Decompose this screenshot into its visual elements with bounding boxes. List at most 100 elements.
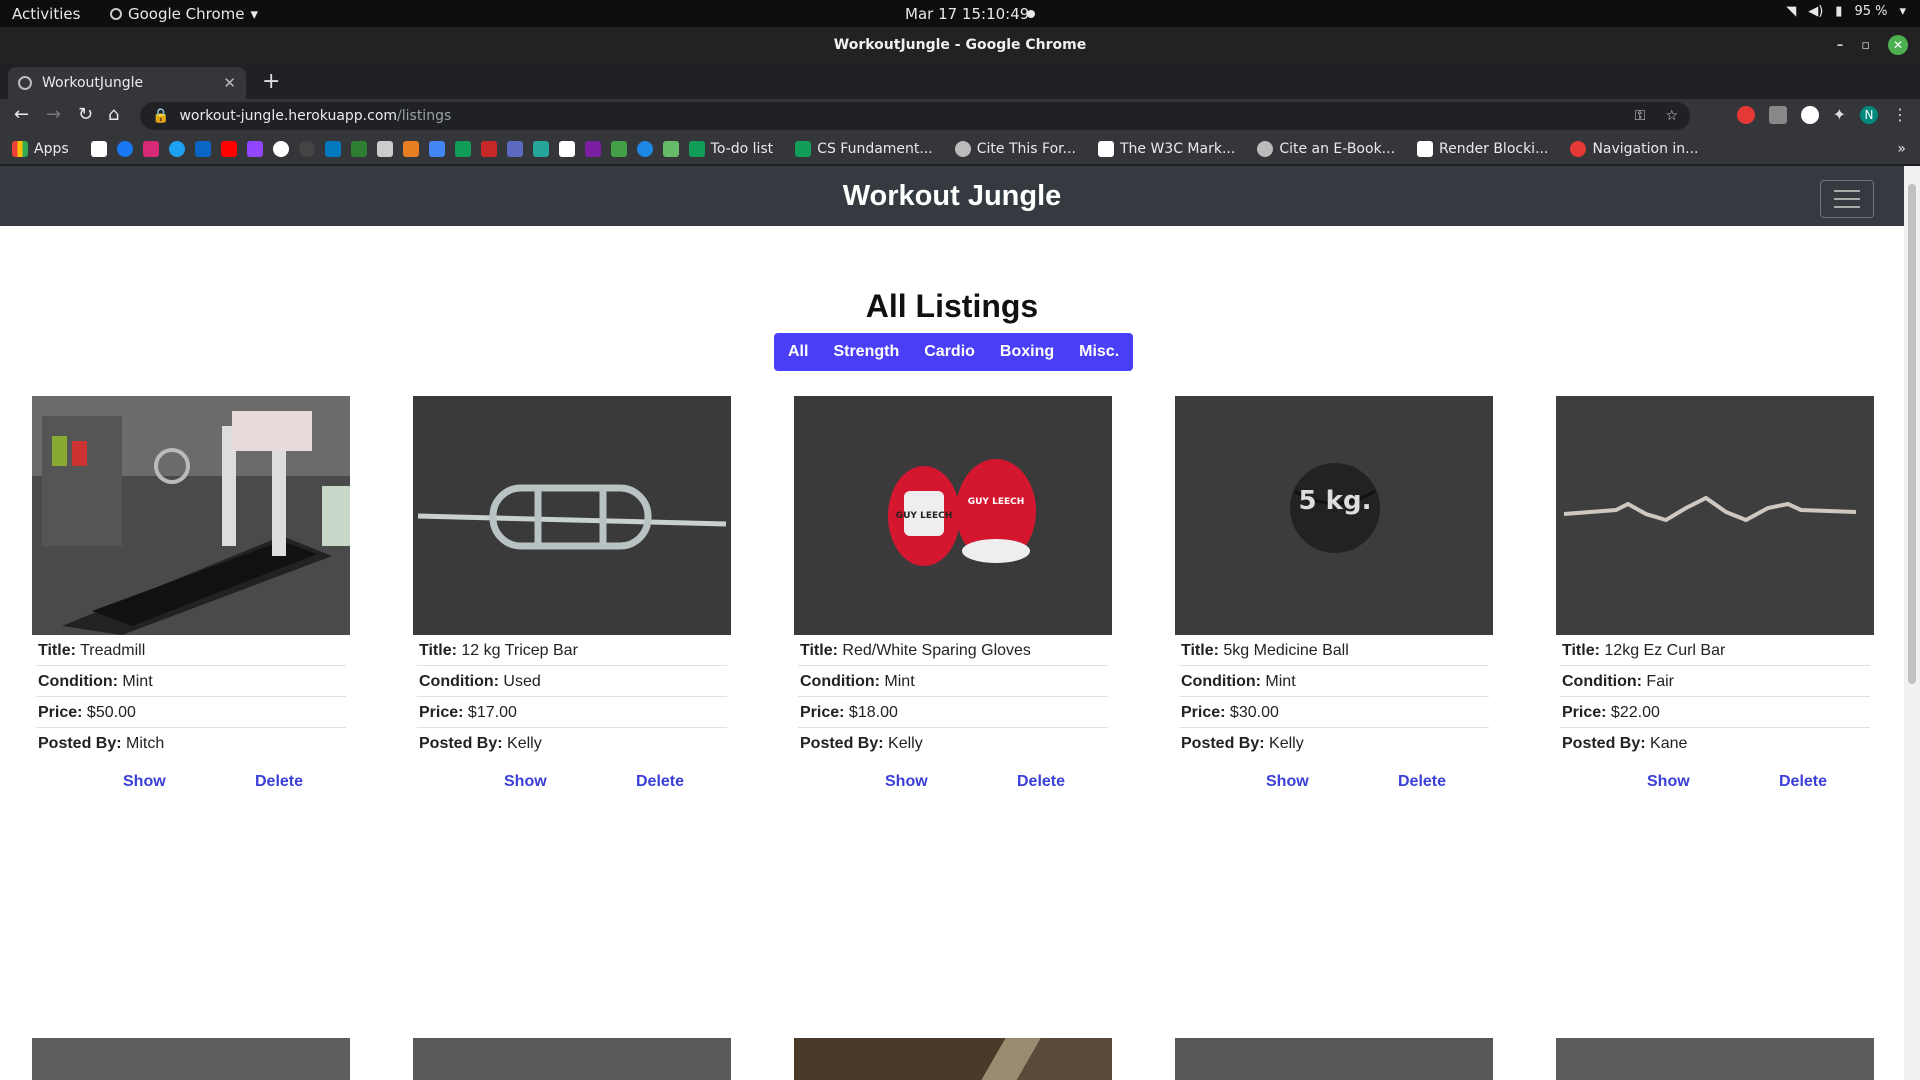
tab-workoutjungle[interactable]: WorkoutJungle ✕ [8,67,246,99]
listing-condition: Used [503,673,541,690]
bookmark-icon[interactable] [350,140,367,157]
listing-price: $30.00 [1229,704,1279,721]
scrollbar-thumb[interactable] [1908,184,1916,684]
delete-button[interactable]: Delete [1779,773,1827,791]
bookmark-item[interactable]: Cite an E-Book... [1257,140,1396,157]
bookmarks-bar: Apps To-do list CS Fundament... Cite Thi… [0,133,1920,165]
bookmark-item[interactable]: Render Blocki... [1417,140,1548,157]
listing-condition-row: Condition: Mint [798,666,1108,697]
wifi-icon: ◥ [1786,4,1797,19]
bookmark-item[interactable]: Navigation in... [1570,140,1699,157]
bookmark-icon[interactable] [558,140,575,157]
twitch-icon[interactable] [246,140,263,157]
delete-button[interactable]: Delete [1017,773,1065,791]
clock[interactable]: Mar 17 15:10:49 [905,5,1029,23]
bookmark-icon[interactable] [532,140,549,157]
close-window-icon[interactable]: ✕ [1888,35,1908,55]
app-menu[interactable]: Google Chrome ▾ [110,5,258,23]
shield-icon[interactable] [662,140,679,157]
window-title: WorkoutJungle - Google Chrome [833,37,1087,53]
chrome-icon [110,8,122,20]
key-icon[interactable]: ⚿ [1635,108,1646,124]
listing-actions: Show Delete [32,765,350,805]
listing-condition-row: Condition: Fair [1560,666,1870,697]
show-button[interactable]: Show [123,773,166,791]
sheets-icon[interactable] [454,140,471,157]
bookmark-item[interactable]: CS Fundament... [795,140,933,157]
chevron-down-icon: ▾ [1899,4,1906,19]
listing-photo-tricep-bar [413,396,731,635]
youtube-icon[interactable] [220,140,237,157]
extension-icon[interactable] [1800,105,1819,124]
puzzle-icon[interactable]: ✦ [1833,105,1846,124]
activities-button[interactable]: Activities [12,5,80,23]
bookmark-icon[interactable] [610,140,627,157]
bookmark-icon[interactable] [376,140,393,157]
new-tab-icon[interactable]: + [262,69,280,94]
close-tab-icon[interactable]: ✕ [223,74,236,92]
bookmark-label: Cite an E-Book... [1279,140,1396,157]
docs-icon[interactable] [428,140,445,157]
window-controls: – ▫ ✕ [1837,35,1908,55]
google-icon[interactable] [272,140,289,157]
filter-misc-button[interactable]: Misc. [1079,343,1119,361]
hamburger-menu-icon[interactable] [1820,180,1874,218]
listing-card: GUY LEECH GUY LEECH Title: Red/White Spa… [794,396,1112,805]
bookmark-icon[interactable] [402,140,419,157]
show-button[interactable]: Show [1647,773,1690,791]
twitter-icon[interactable] [168,140,185,157]
field-label: Title: [419,642,457,659]
home-icon[interactable]: ⌂ [108,104,119,125]
github-icon[interactable] [298,140,315,157]
trello-icon[interactable] [324,140,341,157]
facebook-icon[interactable] [116,140,133,157]
show-button[interactable]: Show [1266,773,1309,791]
address-bar[interactable]: 🔒 workout-jungle.herokuapp.com/listings … [140,102,1690,130]
reload-icon[interactable]: ↻ [78,104,93,125]
gmail-icon[interactable] [90,140,107,157]
delete-button[interactable]: Delete [255,773,303,791]
listing-photo-gloves: GUY LEECH GUY LEECH [794,396,1112,635]
bookmark-icon[interactable] [584,140,601,157]
kebab-menu-icon[interactable]: ⋮ [1892,105,1908,124]
filter-all-button[interactable]: All [788,343,808,361]
filter-strength-button[interactable]: Strength [833,343,899,361]
bookmark-item[interactable]: The W3C Mark... [1097,140,1235,157]
bookmark-icon[interactable] [506,140,523,157]
bookmarks-overflow-icon[interactable]: » [1897,141,1906,157]
show-button[interactable]: Show [504,773,547,791]
delete-button[interactable]: Delete [1398,773,1446,791]
field-label: Price: [38,704,83,721]
listing-photo-medicine-ball: 5 kg. [1175,396,1493,635]
back-icon[interactable]: ← [14,104,29,125]
extension-icon[interactable] [1736,105,1755,124]
os-top-bar: Activities Google Chrome ▾ Mar 17 15:10:… [0,0,1920,27]
field-label: Title: [800,642,838,659]
bookmark-label: To-do list [710,140,774,157]
bookmark-item[interactable]: Cite This For... [954,140,1076,157]
notification-dot-icon [1027,10,1035,18]
delete-button[interactable]: Delete [636,773,684,791]
filter-cardio-button[interactable]: Cardio [924,343,975,361]
cloud-icon[interactable] [636,140,653,157]
system-tray[interactable]: ◥ ◀) ▮ 95 % ▾ [1786,4,1906,19]
page-scrollbar[interactable] [1904,166,1920,1080]
profile-avatar-icon[interactable]: N [1860,105,1878,124]
show-button[interactable]: Show [885,773,928,791]
forward-icon[interactable]: → [46,104,61,125]
listing-photo-partial [413,1038,731,1080]
bookmark-star-icon[interactable]: ☆ [1665,108,1678,124]
extension-icon[interactable] [1768,105,1787,124]
maximize-icon[interactable]: ▫ [1861,38,1870,53]
minimize-icon[interactable]: – [1837,38,1844,53]
bookmark-icon[interactable] [480,140,497,157]
filter-boxing-button[interactable]: Boxing [1000,343,1054,361]
listing-price-row: Price: $30.00 [1179,697,1489,728]
listing-price: $22.00 [1610,704,1660,721]
instagram-icon[interactable] [142,140,159,157]
site-brand[interactable]: Workout Jungle [0,180,1904,213]
bookmark-item[interactable]: To-do list [688,140,774,157]
linkedin-icon[interactable] [194,140,211,157]
listing-poster: Mitch [126,735,165,752]
bookmark-apps[interactable]: Apps [12,140,69,157]
